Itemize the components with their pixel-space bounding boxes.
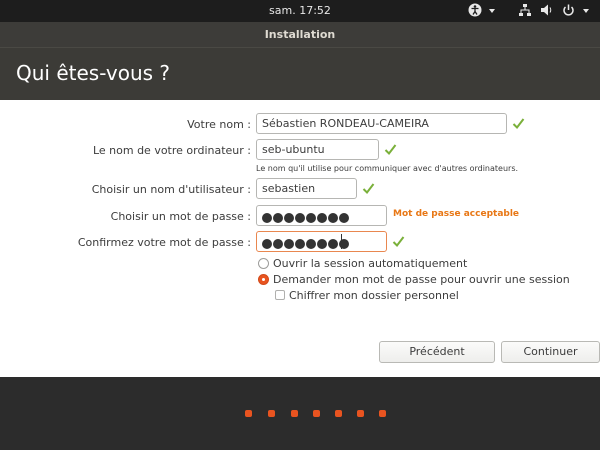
username-field[interactable]: sebastien [256, 178, 357, 199]
password-mask [262, 236, 350, 251]
chevron-down-icon[interactable] [489, 9, 495, 13]
username-label: Choisir un nom d'utilisateur : [91, 183, 251, 196]
password-mask [262, 210, 350, 225]
accessibility-icon[interactable] [468, 3, 482, 19]
continue-button[interactable]: Continuer [501, 341, 600, 363]
page-title: Qui êtes-vous ? [16, 61, 171, 85]
computer-name-field[interactable]: seb-ubuntu [256, 139, 379, 160]
ask-password-radio[interactable] [258, 274, 269, 285]
check-icon [384, 144, 397, 156]
progress-step-dot [245, 410, 252, 417]
computer-name-hint: Le nom qu'il utilise pour communiquer av… [256, 164, 519, 173]
auto-login-label[interactable]: Ouvrir la session automatiquement [273, 257, 467, 270]
back-button[interactable]: Précédent [379, 341, 495, 363]
power-icon[interactable] [562, 3, 575, 19]
user-form: Votre nom : Sébastien RONDEAU-CAMEIRA Le… [0, 100, 600, 377]
clock[interactable]: sam. 17:52 [0, 4, 600, 17]
password-strength: Mot de passe acceptable [393, 209, 520, 219]
check-icon [392, 236, 405, 248]
password-label: Choisir un mot de passe : [110, 210, 251, 223]
window-title: Installation [0, 22, 600, 47]
check-icon [512, 118, 525, 130]
check-icon [362, 183, 375, 195]
confirm-password-label: Confirmez votre mot de passe : [77, 236, 251, 249]
computer-name-label: Le nom de votre ordinateur : [92, 144, 251, 157]
progress-step-dot [357, 410, 364, 417]
name-label: Votre nom : [187, 118, 251, 131]
progress-footer [0, 377, 600, 450]
network-icon[interactable] [518, 3, 532, 19]
password-field[interactable] [256, 205, 387, 226]
progress-step-dot [268, 410, 275, 417]
encrypt-home-checkbox[interactable] [275, 290, 285, 300]
progress-step-dot [313, 410, 320, 417]
top-panel: sam. 17:52 [0, 0, 600, 22]
progress-step-dot [379, 410, 386, 417]
text-cursor [341, 234, 342, 249]
encrypt-home-label[interactable]: Chiffrer mon dossier personnel [289, 289, 459, 302]
progress-step-dot [291, 410, 298, 417]
name-field[interactable]: Sébastien RONDEAU-CAMEIRA [256, 113, 507, 134]
volume-icon[interactable] [540, 3, 553, 19]
chevron-down-icon[interactable] [583, 9, 589, 13]
progress-step-dot [335, 410, 342, 417]
ask-password-label[interactable]: Demander mon mot de passe pour ouvrir un… [273, 273, 570, 286]
auto-login-radio[interactable] [258, 258, 269, 269]
confirm-password-field[interactable] [256, 231, 387, 252]
page-header: Qui êtes-vous ? [0, 47, 600, 100]
